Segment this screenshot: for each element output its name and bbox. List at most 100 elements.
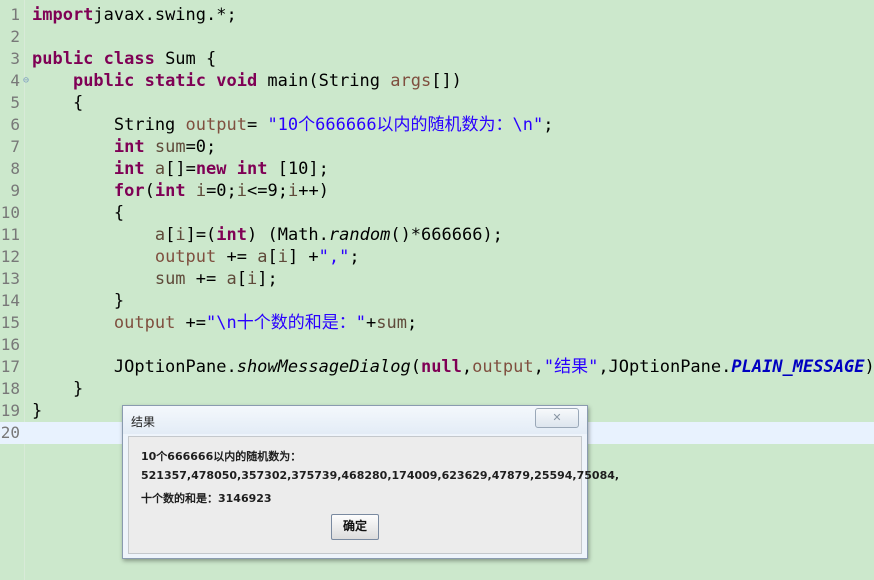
code-token: ;: [349, 247, 360, 267]
code-text: output +="\n十个数的和是："+sum;: [32, 312, 417, 334]
code-token: (: [410, 357, 421, 377]
code-token: =0;: [206, 181, 237, 201]
code-token: output: [113, 313, 176, 333]
code-token: [: [267, 247, 278, 267]
line-number: 19: [0, 401, 20, 420]
code-text: }: [32, 378, 83, 400]
line-number: 3: [10, 49, 20, 68]
code-text: int a[]=new int [10];: [32, 158, 329, 180]
line-number: 8: [10, 159, 20, 178]
code-line[interactable]: 16: [0, 334, 874, 356]
code-token: i: [287, 181, 299, 201]
code-token: null: [420, 357, 462, 377]
line-number: 5: [10, 93, 20, 112]
code-token: new int: [195, 159, 278, 179]
fold-toggle-icon[interactable]: ⊖: [23, 70, 29, 92]
code-token: }: [32, 401, 43, 421]
line-number: 9: [10, 181, 20, 200]
code-text: output += a[i] +",";: [32, 246, 360, 268]
code-token: String: [32, 115, 186, 135]
code-token: sum: [154, 269, 186, 289]
ok-button[interactable]: 确定: [331, 514, 379, 540]
code-line[interactable]: 11 a[i]=(int) (Math.random()*666666);: [0, 224, 874, 246]
line-number: 18: [0, 379, 20, 398]
dialog-title: 结果: [131, 415, 156, 429]
code-token: ,JOptionPane.: [598, 357, 732, 377]
code-line[interactable]: 7 int sum=0;: [0, 136, 874, 158]
code-token: javax.swing.*;: [93, 5, 237, 25]
line-number: 20: [0, 423, 20, 442]
code-token: ;: [406, 313, 418, 333]
code-line[interactable]: 15 output +="\n十个数的和是："+sum;: [0, 312, 874, 334]
code-token: ];: [257, 269, 278, 289]
code-line[interactable]: 17 JOptionPane.showMessageDialog(null,ou…: [0, 356, 874, 378]
code-token: showMessageDialog: [236, 357, 411, 377]
code-token: ) (Math.: [247, 225, 329, 245]
code-token: <=9;: [247, 181, 288, 201]
code-token: {: [32, 93, 84, 113]
code-line[interactable]: 13 sum += a[i];: [0, 268, 874, 290]
code-token: ]=(: [185, 225, 217, 245]
code-token: public class: [32, 49, 166, 69]
message-dialog[interactable]: 结果 ✕ 10个666666以内的随机数为： 521357,478050,357…: [122, 405, 619, 559]
close-icon: ✕: [552, 411, 562, 424]
code-text: for(int i=0;i<=9;i++): [32, 180, 329, 202]
code-line[interactable]: 12 output += a[i] +",";: [0, 246, 874, 268]
code-token: "结果": [543, 357, 599, 377]
code-line[interactable]: 18 }: [0, 378, 874, 400]
code-text: public class Sum {: [32, 48, 216, 70]
code-token: ] +: [287, 247, 319, 267]
code-token: "\n十个数的和是：": [206, 313, 366, 333]
code-token: ++): [298, 181, 329, 201]
line-number: 10: [0, 203, 20, 222]
code-line[interactable]: 2: [0, 26, 874, 48]
code-text: {: [32, 202, 124, 224]
code-token: +=: [216, 247, 258, 267]
code-lines[interactable]: 1 importjavax.swing.*; 2 3 public class Sum …: [0, 4, 874, 444]
line-number: 4: [10, 71, 20, 90]
code-line[interactable]: 8 int a[]=new int [10];: [0, 158, 874, 180]
code-text: String output= "10个666666以内的随机数为：\n";: [32, 114, 554, 136]
code-line[interactable]: 3 public class Sum {: [0, 48, 874, 70]
code-token: [: [236, 269, 247, 289]
code-line[interactable]: 14 }: [0, 290, 874, 312]
code-line[interactable]: 9 for(int i=0;i<=9;i++): [0, 180, 874, 202]
message-line-2: 521357,478050,357302,375739,468280,17400…: [141, 469, 620, 482]
code-token: ()*666666);: [390, 225, 503, 245]
dialog-body: 10个666666以内的随机数为： 521357,478050,357302,3…: [128, 436, 619, 554]
code-text: public static void main(String args[]): [32, 70, 462, 92]
code-line[interactable]: 4 ⊖ public static void main(String args[]…: [0, 70, 874, 92]
code-token: int: [154, 181, 196, 201]
line-number: 11: [0, 225, 20, 244]
code-token: i: [236, 181, 248, 201]
code-line[interactable]: 6 String output= "10个666666以内的随机数为：\n";: [0, 114, 874, 136]
close-button[interactable]: ✕: [535, 408, 579, 428]
code-token: output: [185, 115, 247, 135]
code-line[interactable]: 5 {: [0, 92, 874, 114]
code-token: "10个666666以内的随机数为：\n": [267, 115, 544, 135]
code-token: +: [365, 313, 377, 333]
line-number: 7: [10, 137, 20, 156]
code-token: =0;: [185, 137, 217, 157]
code-token: i: [247, 269, 258, 289]
code-text: importjavax.swing.*;: [32, 4, 237, 26]
code-line[interactable]: 10 {: [0, 202, 874, 224]
code-token: []=: [165, 159, 196, 179]
code-text: a[i]=(int) (Math.random()*666666);: [32, 224, 503, 246]
code-token: Sum {: [165, 49, 217, 69]
dialog-titlebar[interactable]: 结果 ✕: [123, 406, 587, 434]
code-token: ",": [318, 247, 350, 267]
code-line[interactable]: 1 importjavax.swing.*;: [0, 4, 874, 26]
line-number: 14: [0, 291, 20, 310]
line-number: 6: [10, 115, 20, 134]
code-token: }: [32, 291, 125, 311]
code-token: sum: [376, 313, 407, 333]
code-token: i: [195, 181, 207, 201]
code-token: a: [154, 225, 166, 245]
code-token: ,: [533, 357, 544, 377]
